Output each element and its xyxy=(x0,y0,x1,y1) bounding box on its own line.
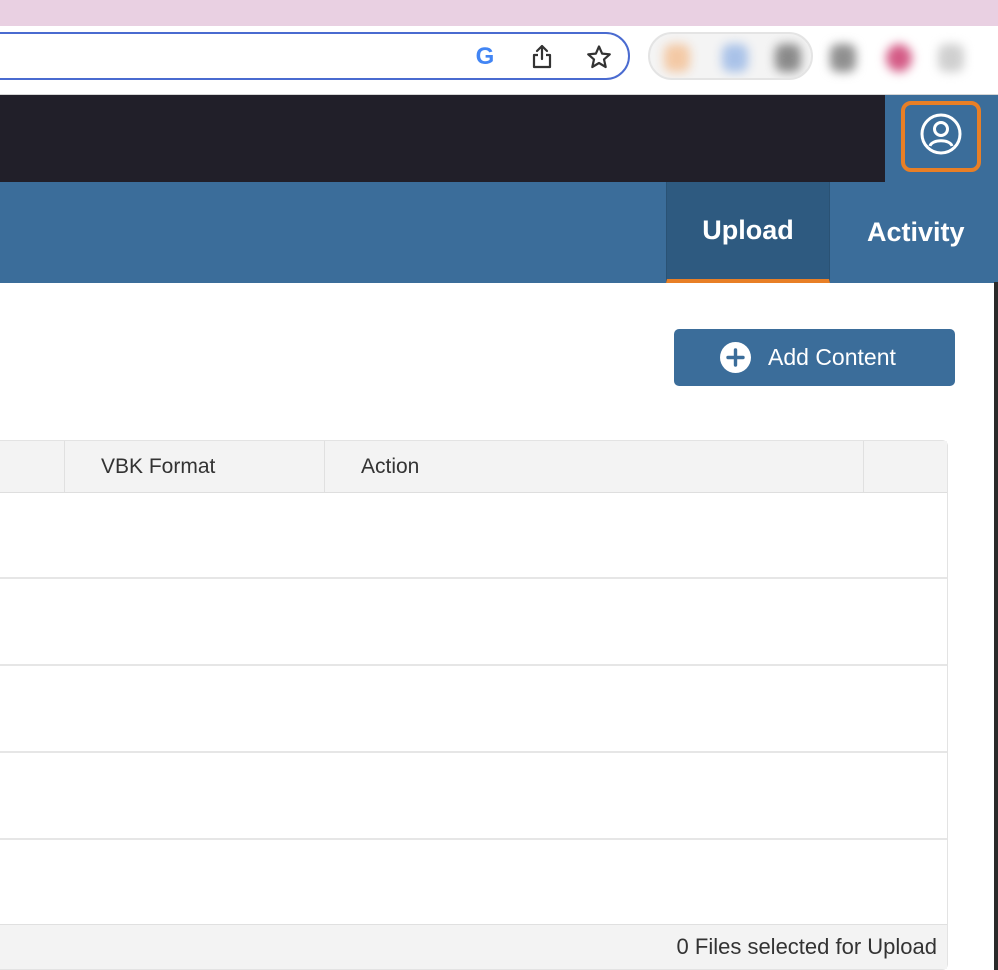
table-row xyxy=(0,493,947,579)
table-row xyxy=(0,754,947,840)
table-header: VBK Format Action xyxy=(0,441,947,493)
bookmark-star-icon[interactable] xyxy=(586,44,612,70)
google-g-icon[interactable]: G xyxy=(472,43,498,70)
add-content-button[interactable]: Add Content xyxy=(674,329,955,386)
upload-table: VBK Format Action 0 Files selected for U… xyxy=(0,440,948,970)
tab-label: Activity xyxy=(867,217,965,247)
tab-activity[interactable]: Activity xyxy=(832,182,998,283)
files-selected-status: 0 Files selected for Upload xyxy=(676,934,937,959)
tab-upload[interactable]: Upload xyxy=(666,182,830,283)
browser-profile-pill[interactable] xyxy=(648,32,813,80)
blurred-extension-icon xyxy=(886,44,912,72)
browser-toolbar: G xyxy=(0,26,998,95)
column-header xyxy=(864,441,948,492)
column-header[interactable] xyxy=(0,441,65,492)
blurred-extension-icon xyxy=(830,44,856,72)
column-header-action[interactable]: Action xyxy=(325,441,864,492)
blurred-avatar xyxy=(722,44,748,72)
table-footer: 0 Files selected for Upload xyxy=(0,924,947,969)
app-header xyxy=(0,95,885,182)
share-icon[interactable] xyxy=(529,44,555,70)
table-row xyxy=(0,580,947,666)
add-content-label: Add Content xyxy=(768,344,896,370)
main-nav: Upload Activity xyxy=(0,182,998,283)
address-bar[interactable]: G xyxy=(0,32,630,80)
column-header-vbk-format[interactable]: VBK Format xyxy=(65,441,325,492)
tab-label: Upload xyxy=(702,215,794,245)
table-row xyxy=(0,667,947,753)
table-row xyxy=(0,841,947,927)
blurred-extension-icon xyxy=(938,44,964,72)
window-edge xyxy=(994,282,998,970)
user-account-button[interactable] xyxy=(901,101,981,172)
blurred-avatar xyxy=(664,44,690,72)
blurred-avatar xyxy=(775,44,801,72)
browser-extensions[interactable] xyxy=(820,40,970,78)
plus-circle-icon xyxy=(720,342,751,373)
user-avatar-icon xyxy=(919,112,963,161)
browser-tab-strip xyxy=(0,0,998,26)
